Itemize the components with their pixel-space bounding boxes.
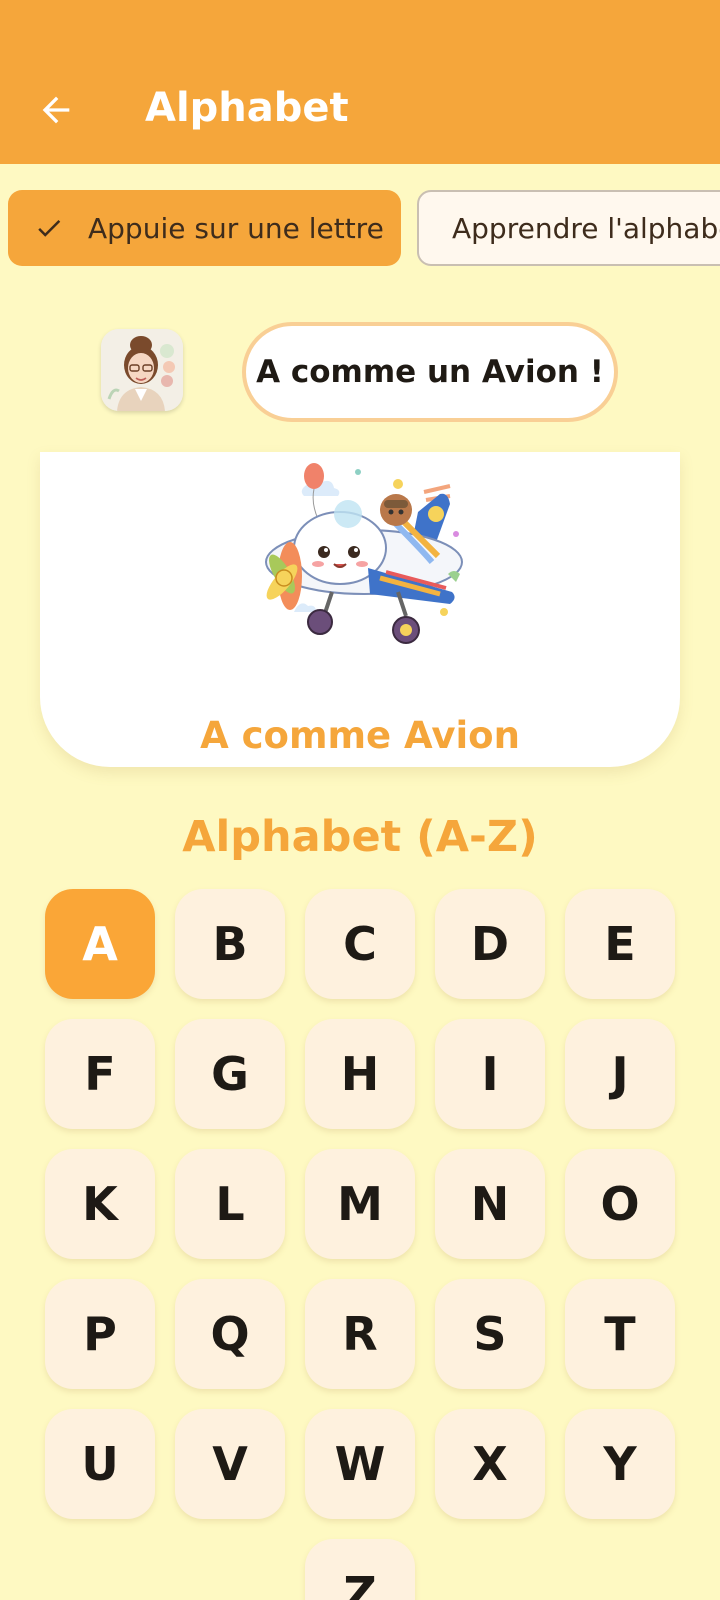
letter-key-g[interactable]: G [175, 1019, 285, 1129]
letter-key-m[interactable]: M [305, 1149, 415, 1259]
letter-key-t[interactable]: T [565, 1279, 675, 1389]
letter-key-e[interactable]: E [565, 889, 675, 999]
letter-key-v[interactable]: V [175, 1409, 285, 1519]
letter-key-b[interactable]: B [175, 889, 285, 999]
letter-key-d[interactable]: D [435, 889, 545, 999]
letter-key-i[interactable]: I [435, 1019, 545, 1129]
letter-key-k[interactable]: K [45, 1149, 155, 1259]
letter-key-s[interactable]: S [435, 1279, 545, 1389]
letter-key-c[interactable]: C [305, 889, 415, 999]
letter-key-r[interactable]: R [305, 1279, 415, 1389]
letter-key-p[interactable]: P [45, 1279, 155, 1389]
letter-key-o[interactable]: O [565, 1149, 675, 1259]
letter-key-u[interactable]: U [45, 1409, 155, 1519]
letter-key-n[interactable]: N [435, 1149, 545, 1259]
letter-key-x[interactable]: X [435, 1409, 545, 1519]
letter-key-z[interactable]: Z [305, 1539, 415, 1600]
letter-key-a[interactable]: A [45, 889, 155, 999]
app-screen: Alphabet Appuie sur une lettre Apprendre… [0, 0, 720, 1600]
letter-key-y[interactable]: Y [565, 1409, 675, 1519]
letter-key-q[interactable]: Q [175, 1279, 285, 1389]
letter-key-w[interactable]: W [305, 1409, 415, 1519]
letter-key-f[interactable]: F [45, 1019, 155, 1129]
alphabet-grid: ABCDE FGHIJ KLMNO PQRST UVWXY Z [0, 0, 720, 1600]
letter-key-j[interactable]: J [565, 1019, 675, 1129]
letter-key-l[interactable]: L [175, 1149, 285, 1259]
letter-key-h[interactable]: H [305, 1019, 415, 1129]
